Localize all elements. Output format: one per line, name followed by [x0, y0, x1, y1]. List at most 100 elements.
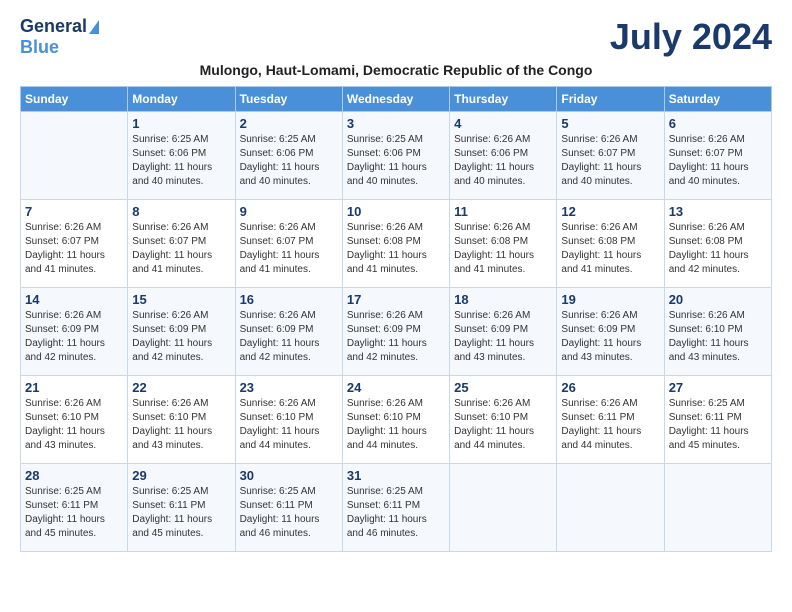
calendar-cell: 17 Sunrise: 6:26 AMSunset: 6:09 PMDayligh… — [342, 288, 449, 376]
day-number: 16 — [240, 292, 338, 307]
calendar-cell — [664, 464, 771, 552]
page-header: General Blue July 2024 — [20, 16, 772, 58]
day-number: 24 — [347, 380, 445, 395]
day-number: 20 — [669, 292, 767, 307]
calendar-cell: 10 Sunrise: 6:26 AMSunset: 6:08 PMDayligh… — [342, 200, 449, 288]
day-info: Sunrise: 6:26 AMSunset: 6:09 PMDaylight:… — [240, 309, 338, 365]
calendar-cell: 14 Sunrise: 6:26 AMSunset: 6:09 PMDayligh… — [21, 288, 128, 376]
day-number: 23 — [240, 380, 338, 395]
day-info: Sunrise: 6:26 AMSunset: 6:07 PMDaylight:… — [669, 133, 767, 189]
calendar-cell: 18 Sunrise: 6:26 AMSunset: 6:09 PMDayligh… — [450, 288, 557, 376]
calendar-cell: 4 Sunrise: 6:26 AMSunset: 6:06 PMDaylight… — [450, 112, 557, 200]
calendar-cell: 7 Sunrise: 6:26 AMSunset: 6:07 PMDaylight… — [21, 200, 128, 288]
day-number: 15 — [132, 292, 230, 307]
calendar-cell: 6 Sunrise: 6:26 AMSunset: 6:07 PMDaylight… — [664, 112, 771, 200]
day-number: 19 — [561, 292, 659, 307]
calendar-cell — [450, 464, 557, 552]
day-number: 12 — [561, 204, 659, 219]
header-thursday: Thursday — [450, 87, 557, 112]
calendar-cell: 5 Sunrise: 6:26 AMSunset: 6:07 PMDaylight… — [557, 112, 664, 200]
day-number: 1 — [132, 116, 230, 131]
day-number: 29 — [132, 468, 230, 483]
calendar-week-row: 21 Sunrise: 6:26 AMSunset: 6:10 PMDayligh… — [21, 376, 772, 464]
calendar-table: SundayMondayTuesdayWednesdayThursdayFrid… — [20, 86, 772, 552]
logo-triangle-icon — [89, 20, 99, 34]
day-info: Sunrise: 6:26 AMSunset: 6:09 PMDaylight:… — [25, 309, 123, 365]
day-number: 30 — [240, 468, 338, 483]
calendar-week-row: 14 Sunrise: 6:26 AMSunset: 6:09 PMDayligh… — [21, 288, 772, 376]
day-info: Sunrise: 6:26 AMSunset: 6:10 PMDaylight:… — [669, 309, 767, 365]
calendar-week-row: 7 Sunrise: 6:26 AMSunset: 6:07 PMDaylight… — [21, 200, 772, 288]
day-number: 3 — [347, 116, 445, 131]
day-info: Sunrise: 6:26 AMSunset: 6:07 PMDaylight:… — [240, 221, 338, 277]
day-info: Sunrise: 6:25 AMSunset: 6:06 PMDaylight:… — [240, 133, 338, 189]
day-number: 17 — [347, 292, 445, 307]
day-number: 13 — [669, 204, 767, 219]
day-number: 22 — [132, 380, 230, 395]
day-info: Sunrise: 6:26 AMSunset: 6:11 PMDaylight:… — [561, 397, 659, 453]
month-title: July 2024 — [610, 16, 772, 58]
day-info: Sunrise: 6:26 AMSunset: 6:06 PMDaylight:… — [454, 133, 552, 189]
day-info: Sunrise: 6:26 AMSunset: 6:07 PMDaylight:… — [561, 133, 659, 189]
calendar-cell: 30Sunrise: 6:25 AMSunset: 6:11 PMDayligh… — [235, 464, 342, 552]
day-info: Sunrise: 6:26 AMSunset: 6:09 PMDaylight:… — [132, 309, 230, 365]
calendar-header-row: SundayMondayTuesdayWednesdayThursdayFrid… — [21, 87, 772, 112]
day-info: Sunrise: 6:26 AMSunset: 6:10 PMDaylight:… — [132, 397, 230, 453]
calendar-cell: 28 Sunrise: 6:25 AMSunset: 6:11 PMDayligh… — [21, 464, 128, 552]
day-number: 26 — [561, 380, 659, 395]
calendar-cell: 31Sunrise: 6:25 AMSunset: 6:11 PMDayligh… — [342, 464, 449, 552]
calendar-cell: 19Sunrise: 6:26 AMSunset: 6:09 PMDayligh… — [557, 288, 664, 376]
calendar-cell: 9 Sunrise: 6:26 AMSunset: 6:07 PMDaylight… — [235, 200, 342, 288]
day-info: Sunrise: 6:26 AMSunset: 6:10 PMDaylight:… — [347, 397, 445, 453]
day-number: 28 — [25, 468, 123, 483]
day-info: Sunrise: 6:26 AMSunset: 6:09 PMDaylight:… — [454, 309, 552, 365]
day-info: Sunrise: 6:26 AMSunset: 6:08 PMDaylight:… — [347, 221, 445, 277]
day-info: Sunrise: 6:25 AMSunset: 6:06 PMDaylight:… — [132, 133, 230, 189]
day-info: Sunrise: 6:25 AMSunset: 6:11 PMDaylight:… — [132, 485, 230, 541]
day-number: 11 — [454, 204, 552, 219]
calendar-cell: 8 Sunrise: 6:26 AMSunset: 6:07 PMDaylight… — [128, 200, 235, 288]
day-info: Sunrise: 6:26 AMSunset: 6:08 PMDaylight:… — [561, 221, 659, 277]
calendar-cell: 26 Sunrise: 6:26 AMSunset: 6:11 PMDayligh… — [557, 376, 664, 464]
calendar-cell: 15 Sunrise: 6:26 AMSunset: 6:09 PMDayligh… — [128, 288, 235, 376]
day-info: Sunrise: 6:26 AMSunset: 6:10 PMDaylight:… — [240, 397, 338, 453]
calendar-cell: 25Sunrise: 6:26 AMSunset: 6:10 PMDayligh… — [450, 376, 557, 464]
day-info: Sunrise: 6:26 AMSunset: 6:09 PMDaylight:… — [347, 309, 445, 365]
day-info: Sunrise: 6:25 AMSunset: 6:11 PMDaylight:… — [25, 485, 123, 541]
calendar-cell: 11Sunrise: 6:26 AMSunset: 6:08 PMDayligh… — [450, 200, 557, 288]
day-info: Sunrise: 6:26 AMSunset: 6:10 PMDaylight:… — [25, 397, 123, 453]
calendar-cell — [557, 464, 664, 552]
day-info: Sunrise: 6:26 AMSunset: 6:07 PMDaylight:… — [25, 221, 123, 277]
calendar-week-row: 1 Sunrise: 6:25 AMSunset: 6:06 PMDaylight… — [21, 112, 772, 200]
day-info: Sunrise: 6:25 AMSunset: 6:11 PMDaylight:… — [669, 397, 767, 453]
day-number: 21 — [25, 380, 123, 395]
day-number: 25 — [454, 380, 552, 395]
calendar-cell: 12 Sunrise: 6:26 AMSunset: 6:08 PMDayligh… — [557, 200, 664, 288]
calendar-cell: 24 Sunrise: 6:26 AMSunset: 6:10 PMDayligh… — [342, 376, 449, 464]
calendar-cell: 22 Sunrise: 6:26 AMSunset: 6:10 PMDayligh… — [128, 376, 235, 464]
day-number: 27 — [669, 380, 767, 395]
calendar-cell: 13 Sunrise: 6:26 AMSunset: 6:08 PMDayligh… — [664, 200, 771, 288]
calendar-cell: 29 Sunrise: 6:25 AMSunset: 6:11 PMDayligh… — [128, 464, 235, 552]
day-number: 9 — [240, 204, 338, 219]
logo-general-text: General — [20, 16, 87, 37]
day-number: 5 — [561, 116, 659, 131]
day-number: 4 — [454, 116, 552, 131]
calendar-cell: 2 Sunrise: 6:25 AMSunset: 6:06 PMDaylight… — [235, 112, 342, 200]
day-number: 2 — [240, 116, 338, 131]
day-number: 10 — [347, 204, 445, 219]
day-info: Sunrise: 6:26 AMSunset: 6:07 PMDaylight:… — [132, 221, 230, 277]
day-number: 6 — [669, 116, 767, 131]
calendar-cell: 23 Sunrise: 6:26 AMSunset: 6:10 PMDayligh… — [235, 376, 342, 464]
calendar-cell: 21 Sunrise: 6:26 AMSunset: 6:10 PMDayligh… — [21, 376, 128, 464]
location-subtitle: Mulongo, Haut-Lomami, Democratic Republi… — [20, 62, 772, 78]
calendar-cell — [21, 112, 128, 200]
day-number: 18 — [454, 292, 552, 307]
day-info: Sunrise: 6:26 AMSunset: 6:08 PMDaylight:… — [669, 221, 767, 277]
day-number: 7 — [25, 204, 123, 219]
header-monday: Monday — [128, 87, 235, 112]
day-number: 8 — [132, 204, 230, 219]
day-number: 14 — [25, 292, 123, 307]
logo: General Blue — [20, 16, 99, 58]
logo-blue-text: Blue — [20, 37, 59, 58]
